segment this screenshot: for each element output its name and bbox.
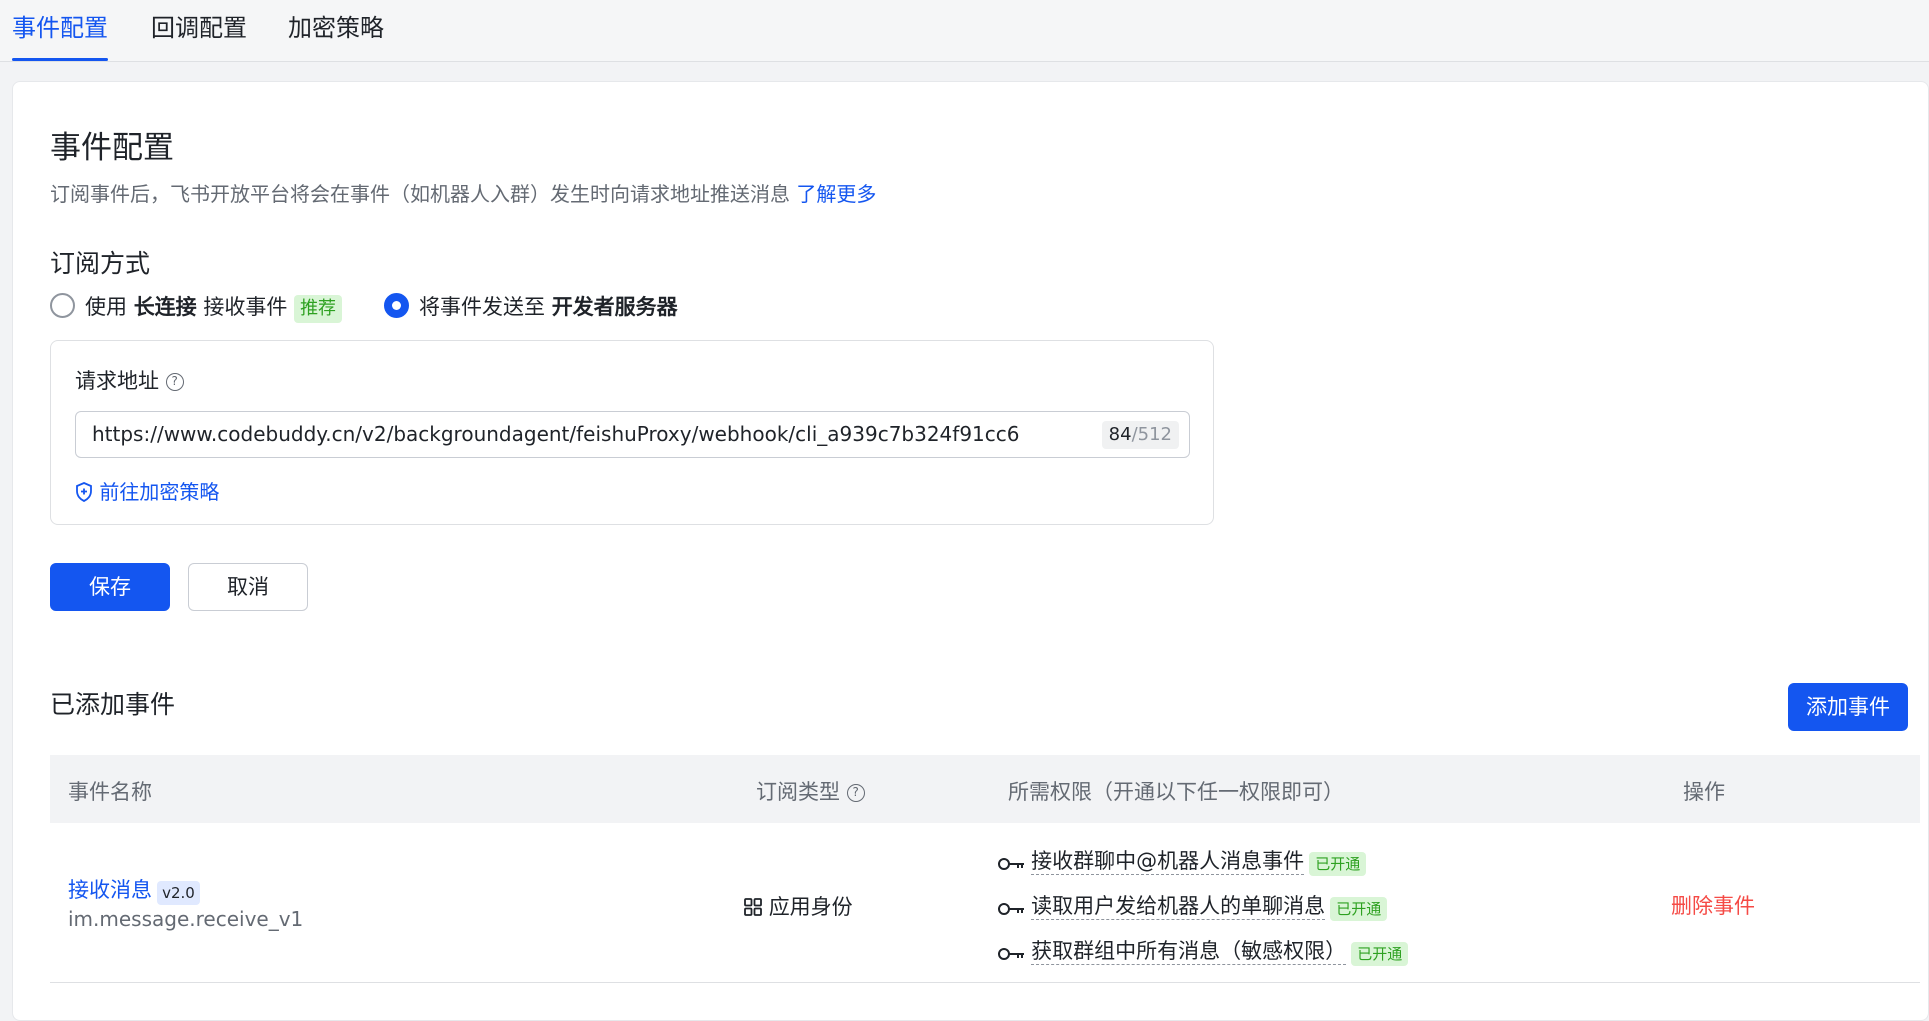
option1-bold: 长连接 bbox=[133, 295, 197, 319]
request-url-value[interactable]: https://www.codebuddy.cn/v2/backgroundag… bbox=[92, 422, 1020, 446]
help-icon[interactable]: ? bbox=[165, 373, 184, 391]
char-counter-current: 84 bbox=[1108, 424, 1132, 445]
added-events-title: 已添加事件 bbox=[50, 690, 176, 719]
active-tab-indicator bbox=[12, 58, 108, 61]
permission-item: 接收群聊中@机器人消息事件 已开通 bbox=[998, 845, 1367, 876]
permission-label[interactable]: 读取用户发给机器人的单聊消息 bbox=[1031, 894, 1326, 920]
event-name-link[interactable]: 接收消息 bbox=[68, 878, 152, 902]
goto-encryption-link[interactable]: 前往加密策略 bbox=[75, 476, 219, 505]
help-icon[interactable]: ? bbox=[846, 784, 865, 802]
option1-suffix: 接收事件 bbox=[203, 295, 288, 319]
permission-item: 获取群组中所有消息（敏感权限） 已开通 bbox=[998, 935, 1409, 966]
tab-encryption-strategy[interactable]: 加密策略 bbox=[288, 0, 384, 62]
page-title: 事件配置 bbox=[50, 130, 174, 166]
delete-event-button[interactable]: 删除事件 bbox=[1671, 890, 1755, 920]
col-actions: 操作 bbox=[1683, 780, 1725, 804]
permission-status-tag: 已开通 bbox=[1309, 851, 1367, 876]
subscription-type-cell: 应用身份 bbox=[744, 891, 853, 921]
radio-developer-server[interactable] bbox=[384, 293, 409, 318]
col-permissions: 所需权限（开通以下任一权限即可） bbox=[1008, 780, 1344, 804]
tab-event-config[interactable]: 事件配置 bbox=[12, 0, 108, 62]
subscription-type-value: 应用身份 bbox=[768, 895, 853, 919]
grid-icon bbox=[744, 898, 762, 916]
option-developer-server-label: 将事件发送至 开发者服务器 bbox=[419, 291, 678, 321]
option2-bold: 开发者服务器 bbox=[551, 295, 678, 319]
event-key: im.message.receive_v1 bbox=[68, 907, 304, 931]
request-url-label-text: 请求地址 bbox=[75, 369, 159, 393]
option1-prefix: 使用 bbox=[85, 295, 127, 319]
table-row: 接收消息 v2.0 bbox=[68, 874, 200, 905]
key-icon bbox=[998, 857, 1024, 870]
radio-long-connection[interactable] bbox=[50, 293, 75, 318]
save-button[interactable]: 保存 bbox=[50, 563, 170, 611]
char-counter-max: /512 bbox=[1131, 424, 1172, 445]
shield-plus-icon bbox=[76, 482, 92, 502]
goto-encryption-text: 前往加密策略 bbox=[99, 480, 220, 504]
recommended-tag: 推荐 bbox=[294, 295, 343, 323]
option-long-connection-label: 使用 长连接 接收事件 推荐 bbox=[85, 291, 343, 323]
char-counter: 84/512 bbox=[1101, 421, 1179, 449]
learn-more-link[interactable]: 了解更多 bbox=[796, 182, 876, 206]
col-subscription-type: 订阅类型 ? bbox=[756, 776, 865, 806]
permission-status-tag: 已开通 bbox=[1330, 896, 1388, 921]
version-tag: v2.0 bbox=[157, 880, 200, 905]
col-subscription-type-text: 订阅类型 bbox=[756, 780, 840, 804]
row-divider bbox=[50, 982, 1920, 983]
permission-item: 读取用户发给机器人的单聊消息 已开通 bbox=[998, 890, 1388, 921]
events-table-header: 事件名称 订阅类型 ? 所需权限（开通以下任一权限即可） 操作 bbox=[50, 755, 1920, 823]
tab-bar: 事件配置 回调配置 加密策略 bbox=[0, 0, 1929, 62]
key-icon bbox=[998, 947, 1024, 960]
key-icon bbox=[998, 902, 1024, 915]
add-event-button[interactable]: 添加事件 bbox=[1788, 683, 1908, 731]
request-url-label: 请求地址 ? bbox=[75, 365, 184, 395]
option2-prefix: 将事件发送至 bbox=[419, 295, 545, 319]
request-url-input[interactable]: https://www.codebuddy.cn/v2/backgroundag… bbox=[75, 411, 1190, 458]
col-event-name: 事件名称 bbox=[68, 780, 152, 804]
permission-status-tag: 已开通 bbox=[1351, 941, 1409, 966]
cancel-button[interactable]: 取消 bbox=[188, 563, 308, 611]
page-description: 订阅事件后，飞书开放平台将会在事件（如机器人入群）发生时向请求地址推送消息 了解… bbox=[50, 178, 876, 207]
event-config-card: 事件配置 订阅事件后，飞书开放平台将会在事件（如机器人入群）发生时向请求地址推送… bbox=[12, 81, 1929, 1021]
description-text: 订阅事件后，飞书开放平台将会在事件（如机器人入群）发生时向请求地址推送消息 bbox=[50, 182, 790, 206]
subscription-method-title: 订阅方式 bbox=[50, 249, 151, 278]
permission-label[interactable]: 获取群组中所有消息（敏感权限） bbox=[1031, 939, 1347, 965]
permission-label[interactable]: 接收群聊中@机器人消息事件 bbox=[1031, 849, 1305, 875]
request-url-panel: 请求地址 ? https://www.codebuddy.cn/v2/backg… bbox=[50, 340, 1214, 525]
tab-callback-config[interactable]: 回调配置 bbox=[151, 0, 247, 62]
